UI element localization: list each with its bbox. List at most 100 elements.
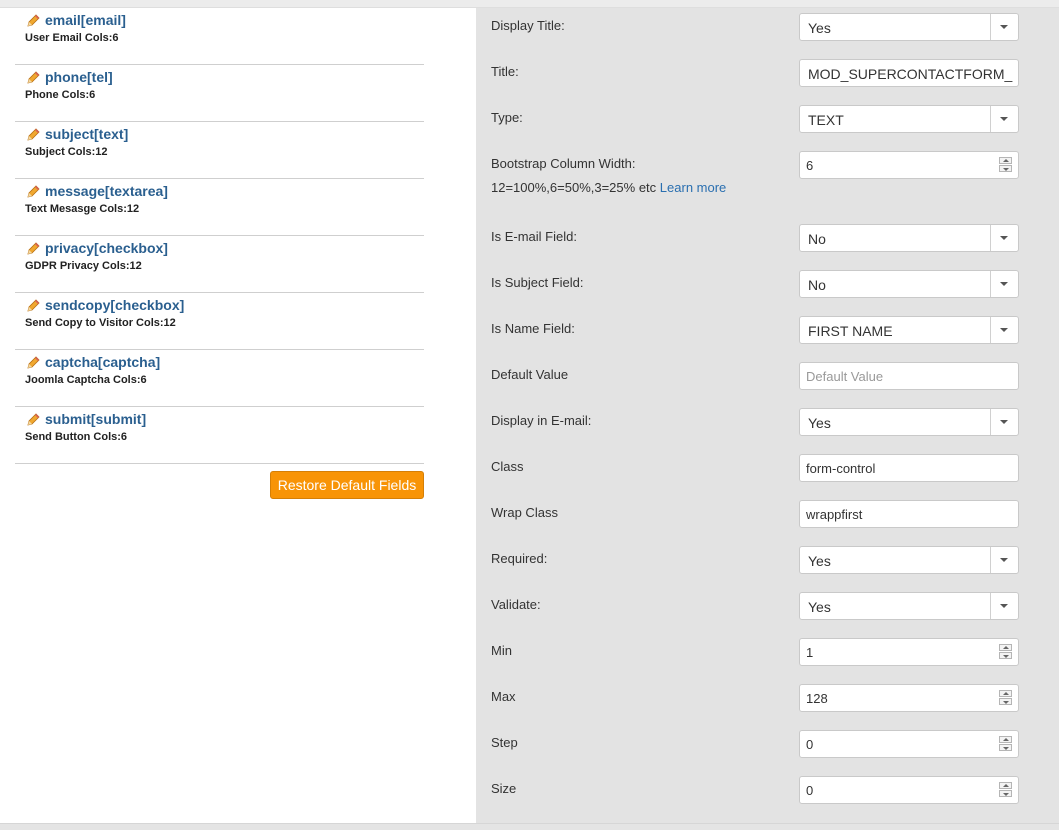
- title-input[interactable]: MOD_SUPERCONTACTFORM_FIE: [799, 59, 1019, 87]
- caret-down-icon: [1000, 420, 1008, 424]
- select-value: Yes: [808, 599, 831, 615]
- required-select[interactable]: Yes: [799, 546, 1019, 574]
- prop-size: Size 0: [476, 771, 1059, 817]
- field-description: Text Mesasge Cols:12: [25, 203, 140, 215]
- prop-label: Display Title:: [491, 18, 565, 33]
- display-in-email-select[interactable]: Yes: [799, 408, 1019, 436]
- spinner-down-icon[interactable]: [999, 790, 1012, 797]
- step-number[interactable]: 0: [799, 730, 1019, 758]
- max-number[interactable]: 128: [799, 684, 1019, 712]
- input-value: wrappfirst: [806, 507, 863, 522]
- select-toggle[interactable]: [990, 225, 1018, 251]
- prop-validate: Validate: Yes: [476, 587, 1059, 633]
- prop-type: Type: TEXT: [476, 100, 1059, 146]
- spinner-down-icon[interactable]: [999, 165, 1012, 172]
- field-description: Joomla Captcha Cols:6: [25, 374, 147, 386]
- spinner[interactable]: [999, 782, 1012, 798]
- spinner-up-icon[interactable]: [999, 157, 1012, 164]
- select-value: No: [808, 231, 826, 247]
- top-strip: [0, 0, 1059, 8]
- default-value-wrapper: [799, 362, 1019, 390]
- spinner-down-icon[interactable]: [999, 698, 1012, 705]
- select-toggle[interactable]: [990, 547, 1018, 573]
- prop-min: Min 1: [476, 633, 1059, 679]
- wrap-class-input[interactable]: wrappfirst: [799, 500, 1019, 528]
- list-item: email[email] User Email Cols:6: [15, 8, 424, 65]
- number-value: 1: [806, 645, 814, 660]
- list-item: phone[tel] Phone Cols:6: [15, 65, 424, 122]
- spinner-up-icon[interactable]: [999, 782, 1012, 789]
- spinner[interactable]: [999, 644, 1012, 660]
- display-title-select[interactable]: Yes: [799, 13, 1019, 41]
- number-value: 0: [806, 783, 814, 798]
- prop-default-value: Default Value: [476, 357, 1059, 403]
- bootstrap-width-number[interactable]: 6: [799, 151, 1019, 179]
- restore-default-fields-button[interactable]: Restore Default Fields: [270, 471, 424, 499]
- prop-max: Max 128: [476, 679, 1059, 725]
- prop-label: Min: [491, 643, 512, 658]
- size-number[interactable]: 0: [799, 776, 1019, 804]
- select-value: Yes: [808, 553, 831, 569]
- number-value: 0: [806, 737, 814, 752]
- prop-display-in-email: Display in E-mail: Yes: [476, 403, 1059, 449]
- pencil-icon: [27, 299, 40, 312]
- learn-more-link[interactable]: Learn more: [660, 180, 726, 195]
- prop-is-name: Is Name Field: FIRST NAME: [476, 311, 1059, 357]
- input-value: MOD_SUPERCONTACTFORM_FIE: [808, 66, 1013, 82]
- prop-label: Is Name Field:: [491, 321, 575, 336]
- type-select[interactable]: TEXT: [799, 105, 1019, 133]
- pencil-icon: [27, 14, 40, 27]
- field-edit-link[interactable]: privacy[checkbox]: [45, 240, 168, 256]
- is-name-select[interactable]: FIRST NAME: [799, 316, 1019, 344]
- spinner[interactable]: [999, 736, 1012, 752]
- field-edit-link[interactable]: sendcopy[checkbox]: [45, 297, 184, 313]
- help-text: 12=100%,6=50%,3=25% etc: [491, 180, 657, 195]
- validate-select[interactable]: Yes: [799, 592, 1019, 620]
- select-toggle[interactable]: [990, 14, 1018, 40]
- spinner[interactable]: [999, 157, 1012, 173]
- field-list: email[email] User Email Cols:6 phone[tel…: [15, 8, 424, 464]
- field-edit-link[interactable]: subject[text]: [45, 126, 128, 142]
- field-edit-link[interactable]: submit[submit]: [45, 411, 146, 427]
- prop-is-email: Is E-mail Field: No: [476, 219, 1059, 265]
- select-value: TEXT: [808, 112, 844, 128]
- min-number[interactable]: 1: [799, 638, 1019, 666]
- prop-label: Step: [491, 735, 518, 750]
- spinner-down-icon[interactable]: [999, 652, 1012, 659]
- select-toggle[interactable]: [990, 317, 1018, 343]
- input-value: form-control: [806, 461, 876, 476]
- select-value: Yes: [808, 415, 831, 431]
- number-value: 128: [806, 691, 828, 706]
- spinner-up-icon[interactable]: [999, 644, 1012, 651]
- is-email-select[interactable]: No: [799, 224, 1019, 252]
- prop-step: Step 0: [476, 725, 1059, 771]
- select-toggle[interactable]: [990, 271, 1018, 297]
- field-edit-link[interactable]: email[email]: [45, 12, 126, 28]
- prop-label: Size: [491, 781, 517, 796]
- select-toggle[interactable]: [990, 593, 1018, 619]
- field-description: Subject Cols:12: [25, 146, 108, 158]
- list-item: subject[text] Subject Cols:12: [15, 122, 424, 179]
- caret-down-icon: [1000, 558, 1008, 562]
- default-value-input[interactable]: [800, 363, 1018, 389]
- select-toggle[interactable]: [990, 409, 1018, 435]
- field-edit-link[interactable]: captcha[captcha]: [45, 354, 160, 370]
- select-value: No: [808, 277, 826, 293]
- field-description: Send Copy to Visitor Cols:12: [25, 317, 176, 329]
- spinner-down-icon[interactable]: [999, 744, 1012, 751]
- class-input[interactable]: form-control: [799, 454, 1019, 482]
- select-toggle[interactable]: [990, 106, 1018, 132]
- prop-label: Title:: [491, 64, 519, 79]
- is-subject-select[interactable]: No: [799, 270, 1019, 298]
- caret-down-icon: [1000, 282, 1008, 286]
- pencil-icon: [27, 71, 40, 84]
- field-edit-link[interactable]: message[textarea]: [45, 183, 168, 199]
- prop-label: Is Subject Field:: [491, 275, 584, 290]
- pencil-icon: [27, 356, 40, 369]
- field-edit-link[interactable]: phone[tel]: [45, 69, 113, 85]
- prop-class: Class form-control: [476, 449, 1059, 495]
- spinner-up-icon[interactable]: [999, 736, 1012, 743]
- spinner-up-icon[interactable]: [999, 690, 1012, 697]
- prop-help-text: 12=100%,6=50%,3=25% etc Learn more: [491, 180, 726, 195]
- spinner[interactable]: [999, 690, 1012, 706]
